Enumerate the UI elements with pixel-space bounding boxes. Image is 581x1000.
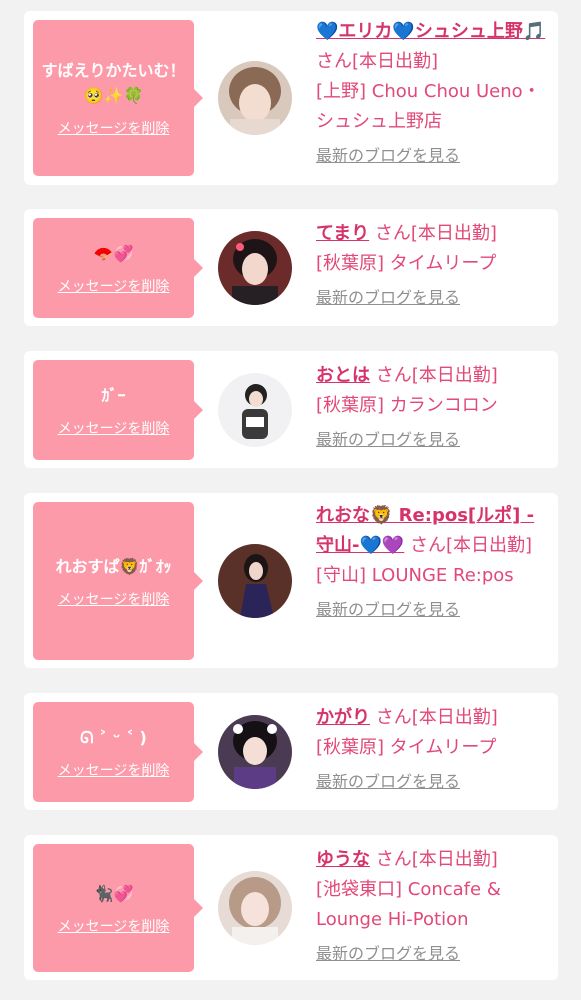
avatar[interactable] xyxy=(218,871,292,945)
honorific: さん xyxy=(374,223,411,244)
avatar[interactable] xyxy=(218,231,292,305)
latest-blog-link[interactable]: 最新のブログを見る xyxy=(316,144,548,168)
shop-name: [上野] Chou Chou Ueno・シュシュ上野店 xyxy=(316,81,541,132)
shop-name: [秋葉原] タイムリープ xyxy=(316,253,497,274)
latest-blog-link[interactable]: 最新のブログを見る xyxy=(316,770,548,794)
delete-message-link[interactable]: メッセージを削除 xyxy=(58,118,170,138)
attendance-status: [本日出勤] xyxy=(411,849,498,870)
cast-name-link[interactable]: ゆうな xyxy=(316,849,370,870)
message-text: ᘏ ˃ ᵕ ˂ ) xyxy=(80,727,147,747)
honorific: さん xyxy=(375,365,412,386)
cast-info: れおな🦁 Re:pos[ルポ] -守山-💙💜 さん[本日出勤] [守山] LOU… xyxy=(316,501,548,622)
cast-info: 💙エリカ💙シュシュ上野🎵 さん[本日出勤] [上野] Chou Chou Uen… xyxy=(316,17,548,168)
honorific: さん xyxy=(410,535,447,556)
message-card: れおすぱ🦁ｶﾞｵｯ メッセージを削除 れおな🦁 Re:pos[ルポ] -守山-💙… xyxy=(24,493,558,668)
message-card: 🪭💞 メッセージを削除 てまり さん[本日出勤] [秋葉原] タイムリープ 最新… xyxy=(24,209,558,326)
shop-name: [池袋東口] Concafe & Lounge Hi-Potion xyxy=(316,879,501,930)
message-card: ｶﾞｰ メッセージを削除 おとは さん[本日出勤] [秋葉原] カランコロン 最… xyxy=(24,351,558,468)
delete-message-link[interactable]: メッセージを削除 xyxy=(58,589,170,609)
cast-info: おとは さん[本日出勤] [秋葉原] カランコロン 最新のブログを見る xyxy=(316,361,548,452)
avatar[interactable] xyxy=(218,715,292,789)
attendance-status: [本日出勤] xyxy=(411,365,498,386)
message-bubble: ｶﾞｰ メッセージを削除 xyxy=(33,360,203,460)
cast-name-link[interactable]: おとは xyxy=(316,365,370,386)
attendance-status: [本日出勤] xyxy=(411,707,498,728)
message-bubble: れおすぱ🦁ｶﾞｵｯ メッセージを削除 xyxy=(33,502,203,660)
cast-name-link[interactable]: 💙エリカ💙シュシュ上野🎵 xyxy=(316,21,545,42)
message-text: ｶﾞｰ xyxy=(101,385,126,405)
delete-message-link[interactable]: メッセージを削除 xyxy=(58,916,170,936)
avatar[interactable] xyxy=(218,544,292,618)
message-text: 🪭💞 xyxy=(93,243,134,263)
delete-message-link[interactable]: メッセージを削除 xyxy=(58,760,170,780)
cast-info: てまり さん[本日出勤] [秋葉原] タイムリープ 最新のブログを見る xyxy=(316,219,548,310)
honorific: さん xyxy=(375,707,412,728)
message-bubble: すばえりかたいむ！🥺✨🍀 メッセージを削除 xyxy=(33,20,203,176)
cast-info: かがり さん[本日出勤] [秋葉原] タイムリープ 最新のブログを見る xyxy=(316,703,548,794)
attendance-status: [本日出勤] xyxy=(446,535,533,556)
message-text: 🐈‍⬛💞 xyxy=(93,883,134,903)
shop-name: [秋葉原] カランコロン xyxy=(316,395,498,416)
cast-name-link[interactable]: かがり xyxy=(316,707,370,728)
latest-blog-link[interactable]: 最新のブログを見る xyxy=(316,286,548,310)
shop-name: [秋葉原] タイムリープ xyxy=(316,737,497,758)
message-text: すばえりかたいむ！🥺✨🍀 xyxy=(41,61,186,105)
honorific: さん xyxy=(375,849,412,870)
message-bubble: 🐈‍⬛💞 メッセージを削除 xyxy=(33,844,203,972)
attendance-status: [本日出勤] xyxy=(352,51,439,72)
latest-blog-link[interactable]: 最新のブログを見る xyxy=(316,428,548,452)
message-card: 🐈‍⬛💞 メッセージを削除 ゆうな さん[本日出勤] [池袋東口] Concaf… xyxy=(24,835,558,980)
shop-name: [守山] LOUNGE Re:pos xyxy=(316,565,514,586)
message-card: すばえりかたいむ！🥺✨🍀 メッセージを削除 💙エリカ💙シュシュ上野🎵 さん[本日… xyxy=(24,11,558,185)
message-bubble: 🪭💞 メッセージを削除 xyxy=(33,218,203,318)
cast-name-link[interactable]: てまり xyxy=(316,223,369,244)
message-card: ᘏ ˃ ᵕ ˂ ) メッセージを削除 かがり さん[本日出勤] [秋葉原] タイ… xyxy=(24,693,558,810)
attendance-status: [本日出勤] xyxy=(410,223,497,244)
avatar[interactable] xyxy=(218,61,292,135)
message-bubble: ᘏ ˃ ᵕ ˂ ) メッセージを削除 xyxy=(33,702,203,802)
delete-message-link[interactable]: メッセージを削除 xyxy=(58,418,170,438)
honorific: さん xyxy=(316,51,352,72)
message-text: れおすぱ🦁ｶﾞｵｯ xyxy=(55,556,172,576)
latest-blog-link[interactable]: 最新のブログを見る xyxy=(316,598,548,622)
latest-blog-link[interactable]: 最新のブログを見る xyxy=(316,942,548,966)
delete-message-link[interactable]: メッセージを削除 xyxy=(58,276,170,296)
cast-info: ゆうな さん[本日出勤] [池袋東口] Concafe & Lounge Hi-… xyxy=(316,845,548,966)
avatar[interactable] xyxy=(218,373,292,447)
